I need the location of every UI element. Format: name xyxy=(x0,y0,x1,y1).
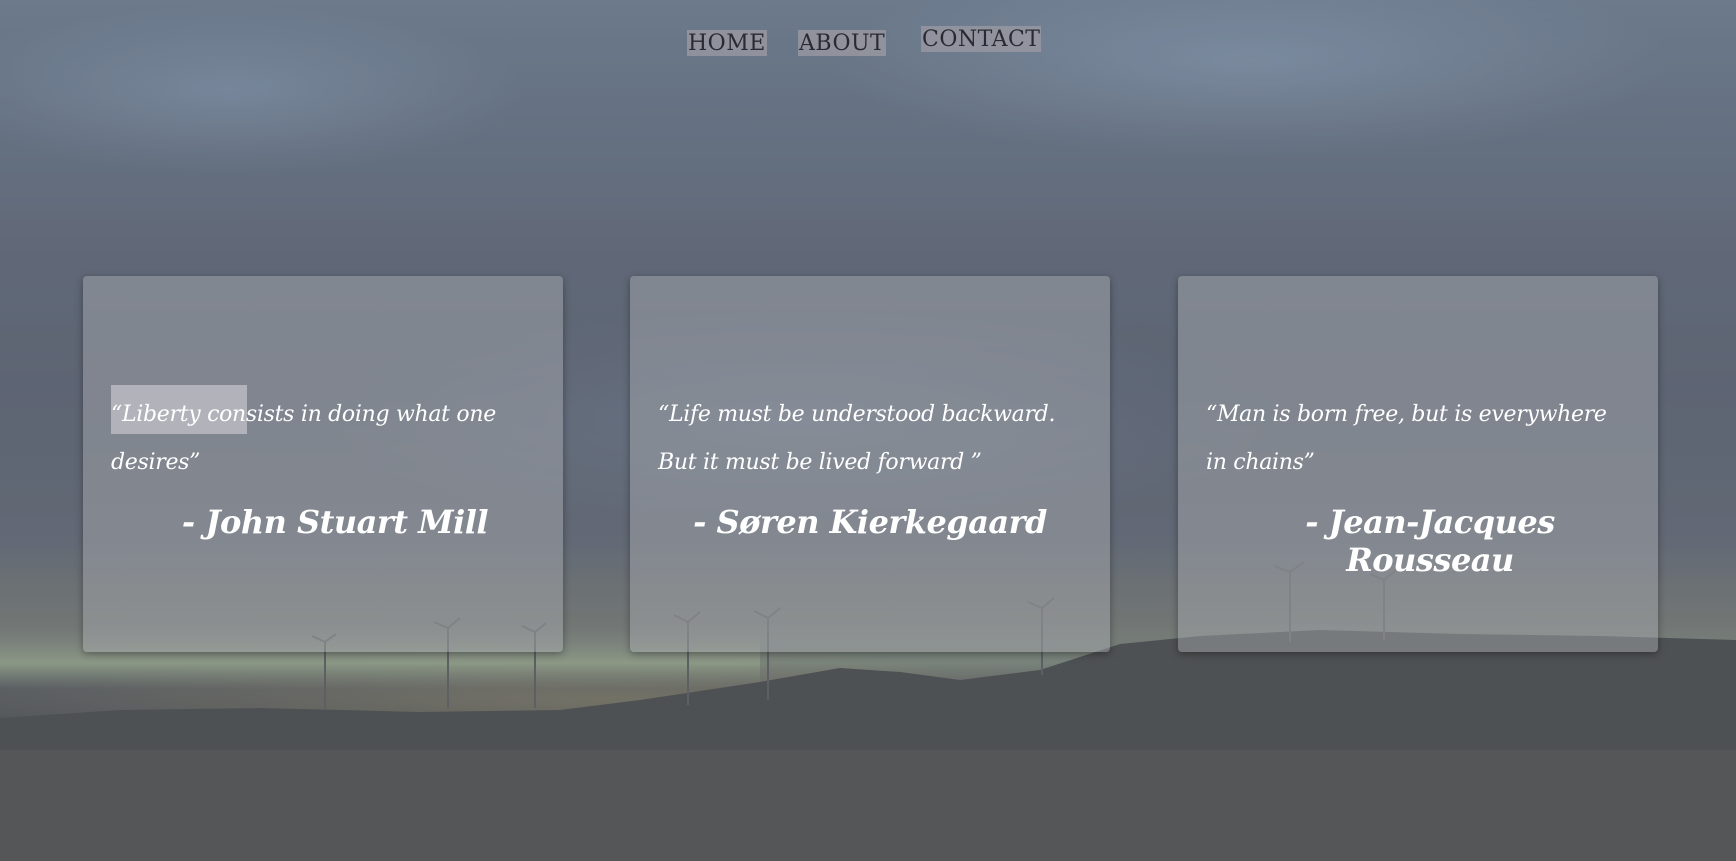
quote-card: “Liberty consists in doing what one desi… xyxy=(83,276,563,652)
nav-contact-link[interactable]: CONTACT xyxy=(921,26,1042,52)
quote-author: - Søren Kierkegaard xyxy=(693,503,1047,541)
nav-about-link[interactable]: ABOUT xyxy=(798,30,887,56)
quote-text: “Life must be understood backward. But i… xyxy=(658,402,1056,475)
quote-author: - Jean-Jacques Rousseau xyxy=(1305,503,1555,579)
quote-card: “Man is born free, but is everywhere in … xyxy=(1178,276,1658,652)
quote-author: - John Stuart Mill xyxy=(181,503,489,541)
quote-card: “Life must be understood backward. But i… xyxy=(630,276,1110,652)
quote-text: “Man is born free, but is everywhere in … xyxy=(1206,402,1607,475)
quote-text: “Liberty consists in doing what one desi… xyxy=(111,402,496,475)
nav-home-link[interactable]: HOME xyxy=(687,30,767,56)
top-navigation: HOME ABOUT CONTACT xyxy=(0,24,1736,64)
